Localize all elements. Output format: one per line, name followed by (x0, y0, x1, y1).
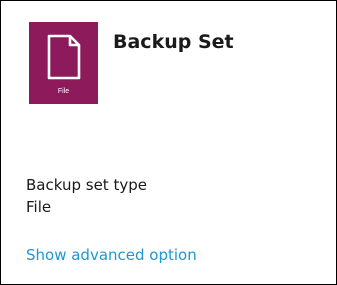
page-title: Backup Set (113, 31, 234, 53)
backup-set-type-value: File (26, 198, 52, 216)
show-advanced-option-link[interactable]: Show advanced option (26, 245, 197, 265)
file-tile: File (29, 22, 98, 104)
backup-set-panel: File Backup Set Backup set type File Sho… (0, 0, 337, 285)
file-tile-label: File (57, 88, 70, 95)
backup-set-type-label: Backup set type (26, 176, 147, 194)
